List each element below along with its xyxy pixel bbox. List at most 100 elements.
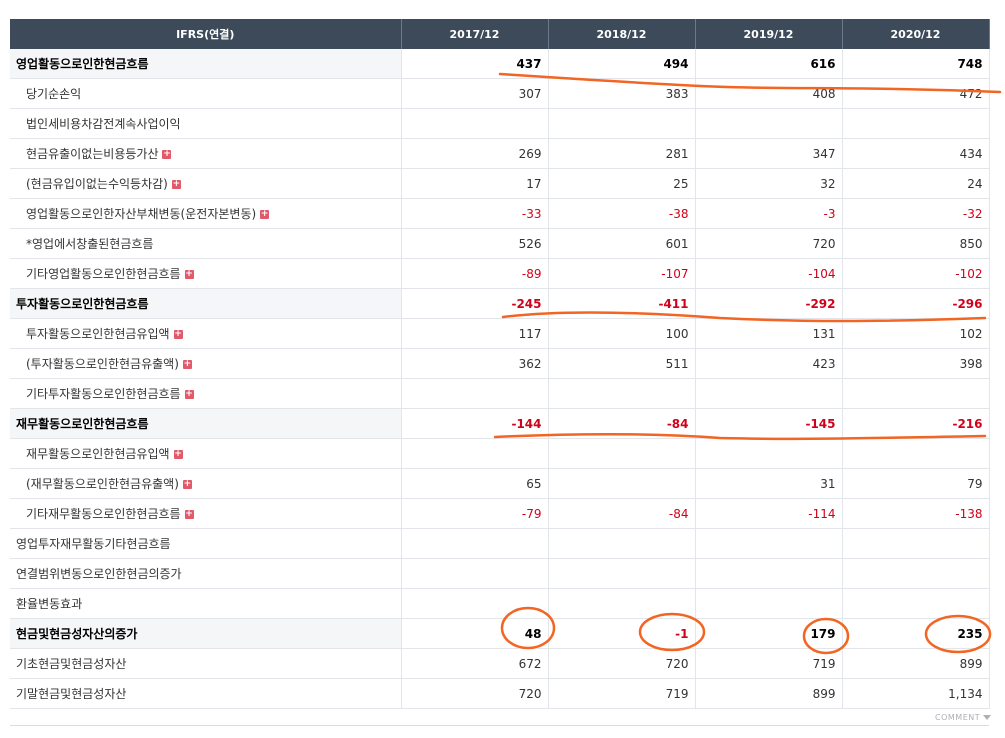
row-label-cell: 당기순손익	[10, 78, 402, 109]
value-cell: -1	[548, 618, 696, 649]
value-cell: -89	[401, 258, 549, 289]
value-cell: 383	[548, 78, 696, 109]
expand-plus-icon[interactable]: +	[260, 210, 270, 219]
value-cell	[842, 438, 990, 469]
table-row: 연결범위변동으로인한현금의증가	[10, 558, 990, 589]
value-cell: 616	[695, 49, 843, 79]
expand-plus-icon[interactable]: +	[182, 360, 192, 369]
row-label-cell: 재무활동으로인한현금유입액 +	[10, 438, 402, 469]
row-label: 영업활동으로인한자산부채변동(운전자본변동)	[26, 207, 257, 221]
row-label-cell: *영업에서창출된현금흐름	[10, 228, 402, 259]
value-cell	[695, 528, 843, 559]
row-label: 영업투자재무활동기타현금흐름	[16, 537, 171, 551]
value-cell: -102	[842, 258, 990, 289]
value-cell: 347	[695, 138, 843, 169]
row-label: 법인세비용차감전계속사업이익	[26, 117, 181, 131]
value-cell: 748	[842, 49, 990, 79]
value-cell: 719	[548, 678, 696, 709]
table-row: 기말현금및현금성자산 720 719 899 1,134	[10, 678, 990, 709]
row-label: (현금유입이없는수익등차감)	[26, 177, 168, 191]
value-cell: -144	[401, 408, 549, 439]
value-cell: 31	[695, 468, 843, 499]
cashflow-table: IFRS(연결) 2017/12 2018/12 2019/12 2020/12…	[10, 19, 990, 709]
row-label-cell: 투자활동으로인한현금유입액 +	[10, 318, 402, 349]
row-label-cell: 법인세비용차감전계속사업이익	[10, 108, 402, 139]
expand-plus-icon[interactable]: +	[184, 270, 194, 279]
value-cell	[695, 558, 843, 589]
row-label: 투자활동으로인한현금유입액	[26, 327, 170, 341]
header-year: 2019/12	[695, 19, 843, 49]
row-label: 투자활동으로인한현금흐름	[16, 297, 149, 311]
value-cell	[695, 108, 843, 139]
value-cell: -3	[695, 198, 843, 229]
value-cell: 494	[548, 49, 696, 79]
comment-toggle[interactable]: COMMENT	[935, 713, 992, 722]
value-cell: 65	[401, 468, 549, 499]
value-cell: 672	[401, 648, 549, 679]
table-row: 현금유출이없는비용등가산 +269 281 347 434	[10, 138, 990, 169]
header-year: 2018/12	[548, 19, 696, 49]
expand-plus-icon[interactable]: +	[182, 480, 192, 489]
value-cell: 850	[842, 228, 990, 259]
table-row: 기초현금및현금성자산 672 720 719 899	[10, 648, 990, 679]
table-row: 기타재무활동으로인한현금흐름 + -79 -84 -114 -138	[10, 498, 990, 529]
row-label: 재무활동으로인한현금흐름	[16, 417, 149, 431]
row-label-cell: 재무활동으로인한현금흐름	[10, 408, 402, 439]
table-row: (투자활동으로인한현금유출액) +362 511 423 398	[10, 348, 990, 379]
value-cell: 511	[548, 348, 696, 379]
row-label-cell: 기말현금및현금성자산	[10, 678, 402, 709]
expand-plus-icon[interactable]: +	[173, 450, 183, 459]
table-row: 재무활동으로인한현금흐름 -144 -84 -145 -216	[10, 408, 990, 439]
value-cell: 25	[548, 168, 696, 199]
value-cell: -216	[842, 408, 990, 439]
value-cell: 720	[695, 228, 843, 259]
row-label: 기타투자활동으로인한현금흐름	[26, 387, 181, 401]
table-header-row: IFRS(연결) 2017/12 2018/12 2019/12 2020/12	[10, 19, 990, 49]
value-cell: 307	[401, 78, 549, 109]
expand-plus-icon[interactable]: +	[171, 180, 181, 189]
expand-plus-icon[interactable]: +	[162, 150, 172, 159]
value-cell: 179	[695, 618, 843, 649]
value-cell: 100	[548, 318, 696, 349]
value-cell: -145	[695, 408, 843, 439]
row-label-cell: 영업활동으로인한현금흐름	[10, 49, 402, 79]
header-year: 2020/12	[842, 19, 990, 49]
table-row: (현금유입이없는수익등차감) +17 25 32 24	[10, 168, 990, 199]
value-cell: 79	[842, 468, 990, 499]
value-cell: 423	[695, 348, 843, 379]
value-cell: 235	[842, 618, 990, 649]
row-label: 기타재무활동으로인한현금흐름	[26, 507, 181, 521]
value-cell: 899	[695, 678, 843, 709]
row-label: (투자활동으로인한현금유출액)	[26, 357, 179, 371]
comment-label: COMMENT	[935, 713, 981, 722]
expand-plus-icon[interactable]: +	[184, 510, 194, 519]
value-cell: 526	[401, 228, 549, 259]
value-cell: 32	[695, 168, 843, 199]
value-cell	[548, 588, 696, 619]
value-cell: 131	[695, 318, 843, 349]
value-cell: -245	[401, 288, 549, 319]
row-label-cell: 연결범위변동으로인한현금의증가	[10, 558, 402, 589]
row-label: 연결범위변동으로인한현금의증가	[16, 567, 182, 581]
header-ifrs[interactable]: IFRS(연결)	[10, 19, 402, 49]
value-cell: 17	[401, 168, 549, 199]
value-cell: -84	[548, 498, 696, 529]
value-cell: 281	[548, 138, 696, 169]
row-label: 당기순손익	[26, 87, 82, 101]
value-cell: 1,134	[842, 678, 990, 709]
top-legend-bar	[0, 0, 1005, 18]
value-cell: 398	[842, 348, 990, 379]
table-row: 투자활동으로인한현금유입액 +117 100 131 102	[10, 318, 990, 349]
row-label-cell: (재무활동으로인한현금유출액) +	[10, 468, 402, 499]
row-label: 기말현금및현금성자산	[16, 687, 127, 701]
value-cell: 472	[842, 78, 990, 109]
header-year: 2017/12	[401, 19, 549, 49]
value-cell	[401, 378, 549, 409]
table-row: 재무활동으로인한현금유입액 +	[10, 438, 990, 469]
expand-plus-icon[interactable]: +	[173, 330, 183, 339]
value-cell	[401, 108, 549, 139]
expand-plus-icon[interactable]: +	[184, 390, 194, 399]
row-label-cell: 영업활동으로인한자산부채변동(운전자본변동) +	[10, 198, 402, 229]
value-cell	[548, 378, 696, 409]
row-label-cell: 기타영업활동으로인한현금흐름 +	[10, 258, 402, 289]
